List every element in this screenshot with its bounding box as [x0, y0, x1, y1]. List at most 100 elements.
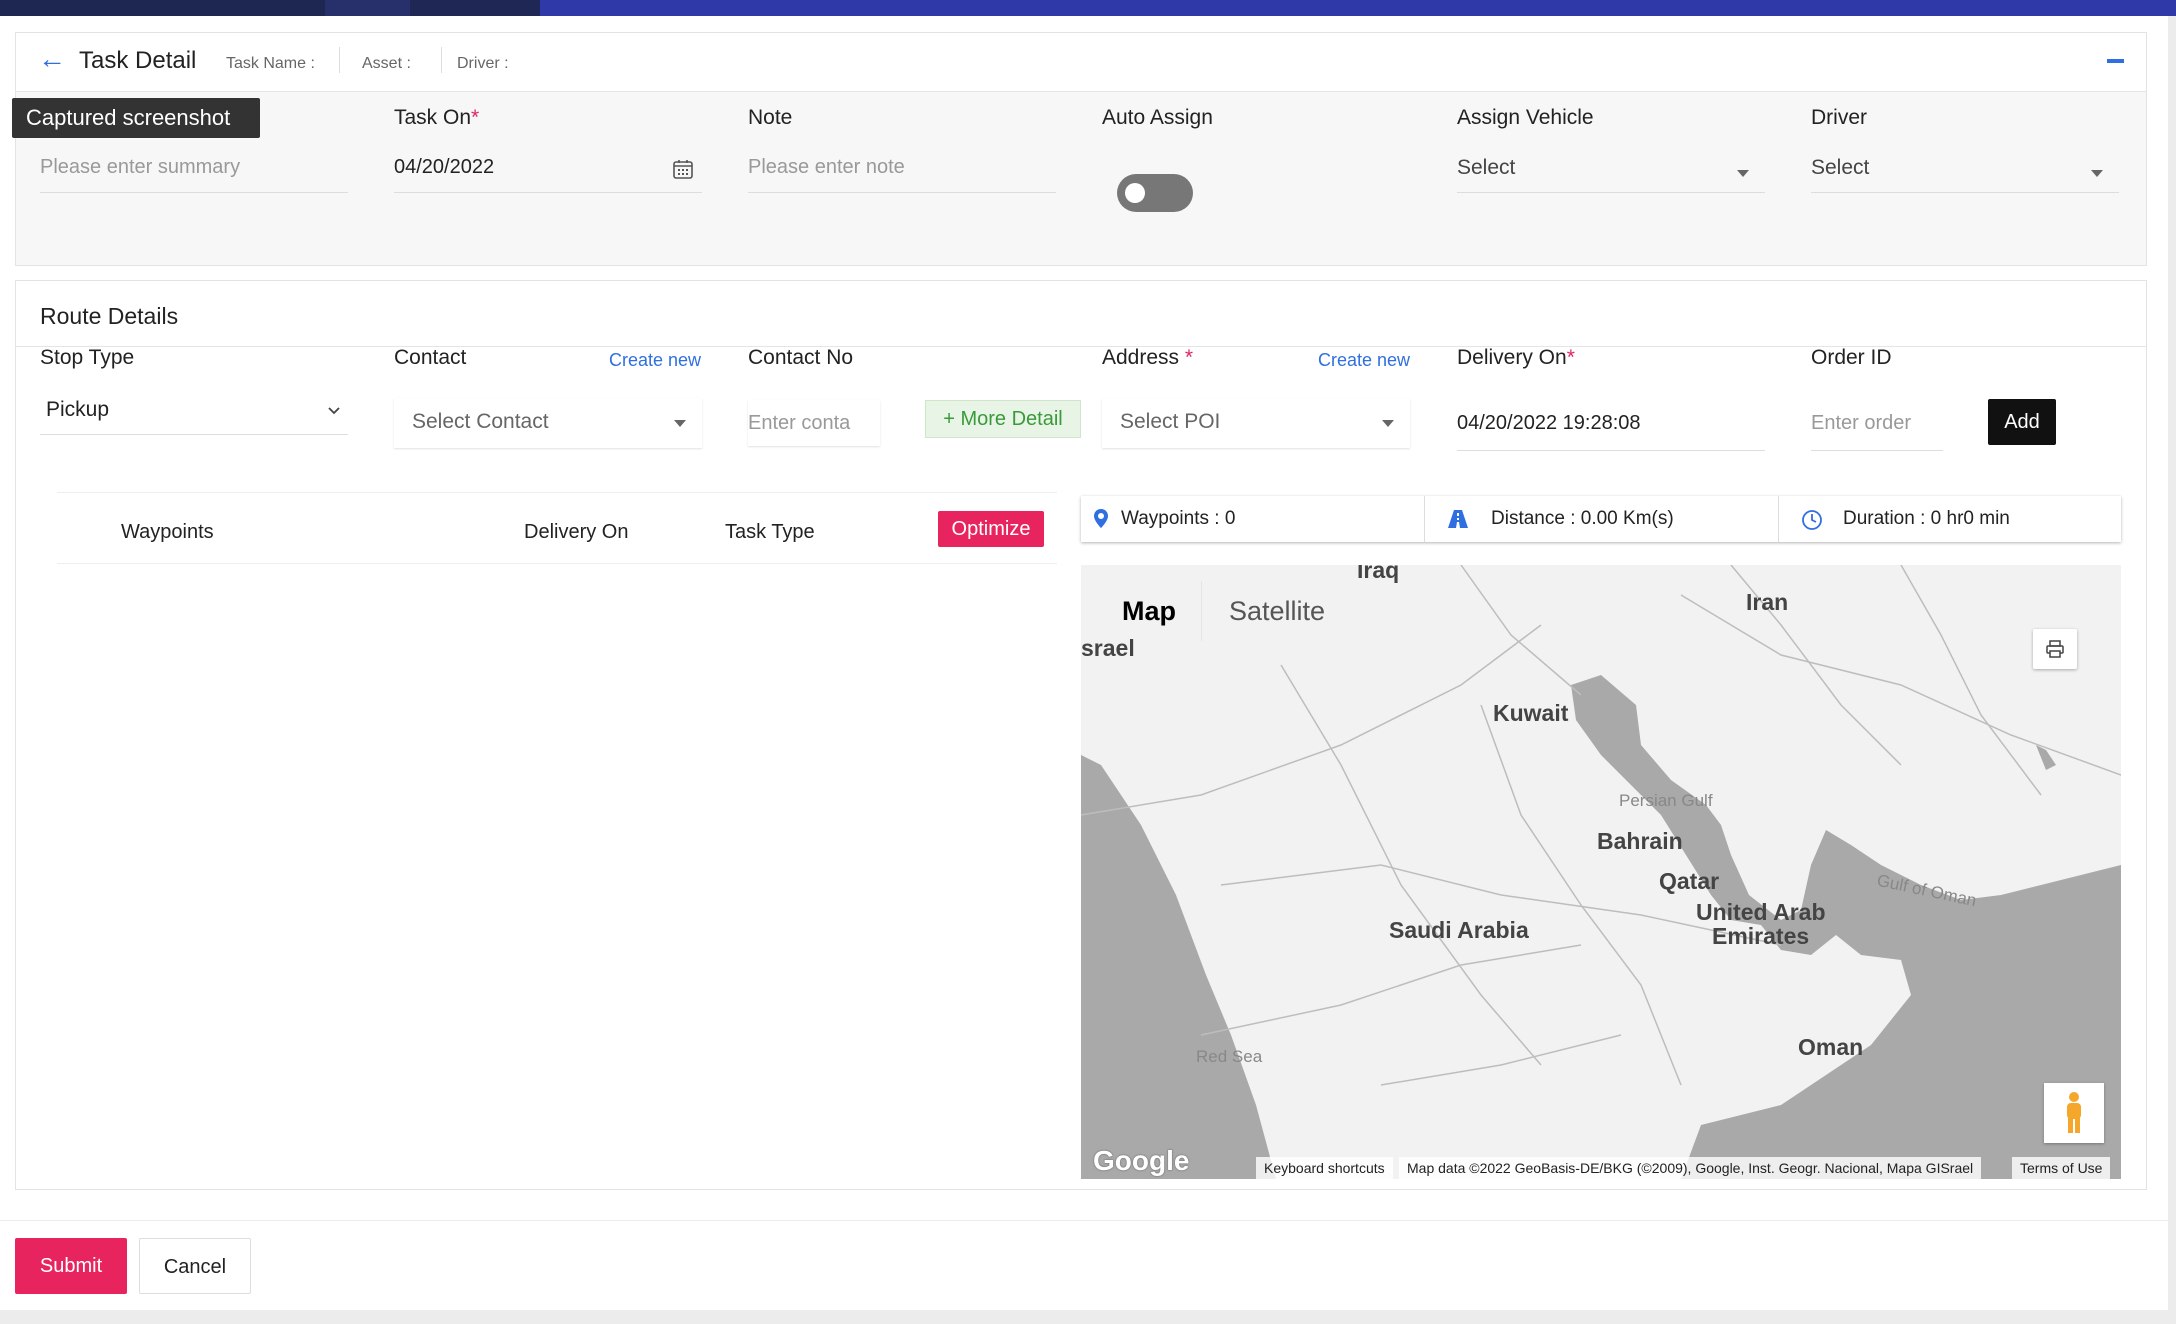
- assign-vehicle-select[interactable]: Select: [1457, 156, 1765, 193]
- stop-type-select[interactable]: Pickup: [40, 396, 348, 435]
- chevron-down-icon: [674, 420, 686, 427]
- task-on-value: 04/20/2022: [394, 156, 495, 178]
- chevron-down-icon: [1382, 420, 1394, 427]
- clock-icon: [1802, 510, 1822, 530]
- distance-stat: Distance : 0.00 Km(s): [1424, 496, 1779, 542]
- stop-type-value: Pickup: [46, 398, 110, 421]
- task-detail-card: ← Task Detail Task Name : Asset : Driver…: [15, 32, 2147, 266]
- route-details-title: Route Details: [40, 303, 179, 329]
- road-icon: [1448, 510, 1468, 528]
- address-select[interactable]: Select POI: [1102, 398, 1410, 448]
- create-contact-link[interactable]: Create new: [609, 350, 701, 371]
- keyboard-shortcuts-link[interactable]: Keyboard shortcuts: [1256, 1157, 1393, 1179]
- stop-type-label: Stop Type: [40, 346, 135, 369]
- contact-label: Contact: [394, 346, 467, 369]
- duration-value: Duration : 0 hr0 min: [1843, 508, 2010, 529]
- submit-button[interactable]: Submit: [15, 1238, 127, 1294]
- address-label: Address *: [1102, 346, 1194, 369]
- terms-of-use-link[interactable]: Terms of Use: [2012, 1157, 2111, 1179]
- more-detail-button[interactable]: + More Detail: [925, 400, 1081, 438]
- delivery-on-label: Delivery On*: [1457, 346, 1575, 369]
- driver-value: Select: [1811, 156, 1870, 179]
- waypoints-count: Waypoints : 0: [1121, 508, 1236, 529]
- driver-label: Driver :: [457, 55, 509, 72]
- map-label: Iran: [1746, 589, 1789, 615]
- map-label: Saudi Arabia: [1389, 917, 1529, 943]
- route-stats-bar: Waypoints : 0 Distance : 0.00 Km(s) Dura…: [1081, 496, 2121, 542]
- calendar-icon[interactable]: [672, 158, 694, 180]
- task-on-label: Task On*: [394, 106, 480, 129]
- assign-vehicle-label: Assign Vehicle: [1457, 106, 1594, 129]
- order-id-placeholder: Enter order: [1811, 412, 1912, 434]
- order-id-input[interactable]: Enter order: [1811, 400, 1943, 451]
- create-poi-link[interactable]: Create new: [1318, 350, 1410, 371]
- contact-no-placeholder: Enter conta: [748, 412, 851, 434]
- route-map[interactable]: Map Satellite Iraq Iran srael Kuwait Bah…: [1081, 565, 2121, 1179]
- distance-value: Distance : 0.00 Km(s): [1491, 508, 1674, 529]
- map-label: Qatar: [1659, 868, 1720, 894]
- map-tab[interactable]: Map: [1097, 581, 1201, 641]
- map-terrain: [1081, 565, 2121, 1179]
- note-input[interactable]: Please enter note: [748, 156, 1056, 193]
- waypoints-table-header: Waypoints Delivery On Task Type: [57, 492, 1057, 564]
- auto-assign-label: Auto Assign: [1102, 106, 1213, 129]
- chevron-down-icon: [2091, 170, 2103, 177]
- task-detail-header: ← Task Detail Task Name : Asset : Driver…: [16, 33, 2146, 92]
- map-label: Iraq: [1357, 565, 1400, 583]
- map-label: United Arab: [1696, 899, 1826, 925]
- column-task-type: Task Type: [725, 521, 815, 543]
- divider: [441, 47, 442, 73]
- satellite-tab[interactable]: Satellite: [1202, 581, 1352, 641]
- app-top-bar: [0, 0, 2176, 16]
- contact-no-label: Contact No: [748, 346, 854, 369]
- footer-divider: [0, 1220, 2168, 1221]
- asset-label: Asset :: [362, 55, 411, 72]
- toggle-knob: [1125, 183, 1145, 203]
- printer-icon: [2046, 640, 2064, 658]
- contact-value: Select Contact: [412, 410, 549, 433]
- waypoints-stat: Waypoints : 0: [1081, 496, 1424, 542]
- column-waypoints: Waypoints: [121, 521, 214, 543]
- optimize-button[interactable]: Optimize: [938, 511, 1044, 547]
- chevron-down-icon: [328, 407, 340, 415]
- map-label: Oman: [1798, 1034, 1864, 1060]
- assign-vehicle-value: Select: [1457, 156, 1516, 179]
- column-delivery-on: Delivery On: [524, 521, 629, 543]
- duration-stat: Duration : 0 hr0 min: [1778, 496, 2122, 542]
- map-label: Emirates: [1712, 923, 1810, 949]
- summary-input[interactable]: Please enter summary: [40, 156, 348, 193]
- note-label: Note: [748, 106, 793, 129]
- driver-select[interactable]: Select: [1811, 156, 2119, 193]
- map-label: srael: [1081, 635, 1135, 661]
- address-value: Select POI: [1120, 410, 1221, 433]
- contact-select[interactable]: Select Contact: [394, 398, 702, 448]
- task-detail-page: ← Task Detail Task Name : Asset : Driver…: [0, 16, 2168, 1310]
- order-id-label: Order ID: [1811, 346, 1892, 369]
- task-name-label: Task Name :: [226, 55, 315, 72]
- captured-screenshot-tooltip: Captured screenshot: [12, 98, 260, 138]
- pegman-icon: [2067, 1092, 2081, 1133]
- street-view-button[interactable]: [2044, 1083, 2104, 1143]
- auto-assign-toggle[interactable]: [1117, 174, 1193, 212]
- collapse-icon[interactable]: [2107, 59, 2124, 63]
- map-label: Bahrain: [1597, 828, 1683, 854]
- task-on-date-input[interactable]: 04/20/2022: [394, 156, 702, 193]
- google-logo: Google: [1093, 1145, 1190, 1176]
- delivery-on-input[interactable]: 04/20/2022 19:28:08: [1457, 400, 1765, 451]
- sea-label: Red Sea: [1196, 1047, 1263, 1066]
- route-details-header: Route Details: [16, 281, 2146, 347]
- map-data-attribution: Map data ©2022 GeoBasis-DE/BKG (©2009), …: [1399, 1157, 1982, 1179]
- chevron-down-icon: [1737, 170, 1749, 177]
- divider: [339, 47, 340, 73]
- location-pin-icon: [1094, 509, 1108, 528]
- driver-field-label: Driver: [1811, 106, 1867, 129]
- print-button[interactable]: [2033, 629, 2077, 669]
- page-title: Task Detail: [79, 47, 197, 74]
- add-stop-button[interactable]: Add: [1988, 399, 2056, 445]
- back-arrow-icon[interactable]: ←: [38, 43, 66, 75]
- map-label: Kuwait: [1493, 700, 1569, 726]
- delivery-on-value: 04/20/2022 19:28:08: [1457, 412, 1641, 434]
- contact-no-input[interactable]: Enter conta: [748, 400, 880, 446]
- sea-label: Persian Gulf: [1619, 791, 1713, 810]
- cancel-button[interactable]: Cancel: [139, 1238, 251, 1294]
